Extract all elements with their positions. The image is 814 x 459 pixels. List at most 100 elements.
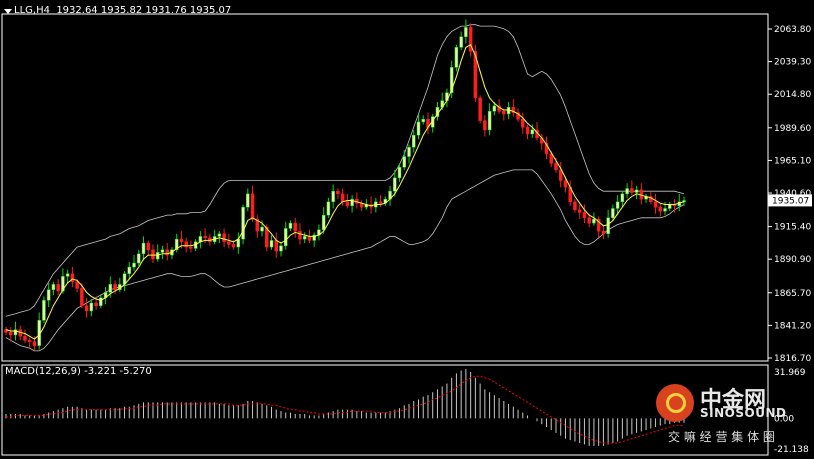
candle-body — [179, 238, 184, 243]
price-tick-label: 1989.60 — [774, 124, 811, 134]
macd-tick-label: 31.969 — [774, 368, 806, 378]
candle-body — [250, 193, 255, 220]
macd-frame — [1, 364, 769, 456]
candle-body — [653, 201, 658, 208]
price-tick-label: 2039.30 — [774, 58, 811, 68]
candle-body — [155, 252, 160, 260]
candle-body — [89, 302, 94, 312]
candle-body — [42, 300, 46, 321]
candle-body — [663, 208, 667, 212]
candle-body — [13, 329, 18, 336]
candle-body — [464, 27, 468, 37]
candle-body — [421, 119, 425, 123]
candle-body — [606, 217, 610, 235]
candle-body — [345, 201, 350, 207]
candle-body — [288, 222, 293, 229]
candle-body — [521, 119, 525, 128]
price-tick-label: 2014.80 — [774, 90, 811, 100]
candle-body — [99, 297, 103, 306]
candle-body — [8, 332, 13, 336]
candle-body — [56, 284, 60, 292]
candle-body — [573, 201, 577, 211]
candle-body — [113, 284, 117, 290]
candle-body — [525, 127, 530, 135]
candle-body — [217, 233, 222, 237]
candle-body — [331, 190, 335, 203]
price-tick-label: 1965.10 — [774, 156, 811, 166]
current-price-label: 1935.07 — [772, 196, 809, 206]
candle-body — [283, 228, 288, 247]
candle-body — [241, 206, 245, 240]
candle-body — [222, 233, 226, 243]
candle-body — [668, 204, 672, 209]
candle-body — [459, 36, 463, 48]
candle-body — [402, 156, 407, 168]
candle-body — [321, 214, 326, 231]
candle-body — [416, 121, 421, 136]
candle-body — [298, 230, 302, 240]
price-frame — [1, 13, 769, 362]
moving-average — [5, 43, 685, 340]
candle-body — [563, 180, 568, 188]
candle-body — [108, 284, 113, 293]
price-tick-label: 1865.70 — [774, 289, 811, 299]
watermark-sub: 交 嘛 经 营 集 体 圈 — [668, 430, 775, 444]
candle-body — [397, 166, 402, 179]
candle-body — [483, 120, 487, 131]
watermark-en: SINOSOUND — [700, 406, 787, 420]
candle-body — [625, 188, 629, 195]
candle-body — [32, 341, 37, 346]
candle-body — [137, 253, 141, 264]
candle-body — [260, 226, 264, 232]
bollinger-upper — [5, 24, 685, 317]
candle-body — [23, 336, 27, 341]
candle-body — [307, 236, 312, 241]
candle-body — [269, 240, 274, 248]
candle-body — [203, 236, 207, 239]
candle-body — [326, 201, 331, 216]
candle-body — [620, 193, 625, 203]
candle-body — [65, 273, 70, 277]
candle-body — [132, 262, 136, 268]
price-tick-label: 1841.20 — [774, 321, 811, 331]
price-tick-label: 2063.80 — [774, 25, 811, 35]
candle-body — [84, 305, 89, 312]
candle-body — [487, 111, 492, 131]
candle-body — [407, 146, 411, 157]
candle-body — [236, 238, 241, 248]
candle-body — [478, 97, 482, 121]
candle-body — [279, 245, 283, 252]
candle-body — [165, 249, 169, 256]
candle-body — [302, 236, 307, 240]
candle-body — [293, 222, 297, 232]
candle-body — [75, 281, 79, 289]
candle-body — [51, 284, 56, 290]
price-tick-label: 1816.70 — [774, 354, 811, 364]
candle-body — [492, 105, 497, 112]
candle-body — [454, 47, 459, 68]
candle-body — [634, 189, 639, 193]
candle-body — [340, 193, 345, 203]
candle-body — [227, 241, 231, 245]
candle-body — [587, 217, 591, 224]
candle-body — [46, 289, 51, 301]
candle-body — [393, 177, 397, 192]
candle-body — [246, 193, 250, 208]
candle-body — [582, 212, 587, 219]
candle-body — [630, 188, 634, 193]
macd-signal-line — [6, 375, 684, 444]
candle-body — [530, 129, 535, 135]
candle-body — [141, 242, 146, 254]
candle-body — [601, 230, 606, 235]
candle-body — [231, 244, 236, 248]
candle-body — [189, 246, 193, 249]
candle-body — [592, 218, 596, 224]
candle-body — [615, 201, 620, 209]
candle-body — [577, 209, 582, 213]
sinosound-logo-icon — [656, 384, 694, 422]
candle-body — [554, 162, 558, 171]
candle-body — [127, 266, 132, 274]
candle-body — [611, 208, 615, 219]
candle-body — [80, 288, 84, 306]
candle-body — [27, 340, 32, 342]
